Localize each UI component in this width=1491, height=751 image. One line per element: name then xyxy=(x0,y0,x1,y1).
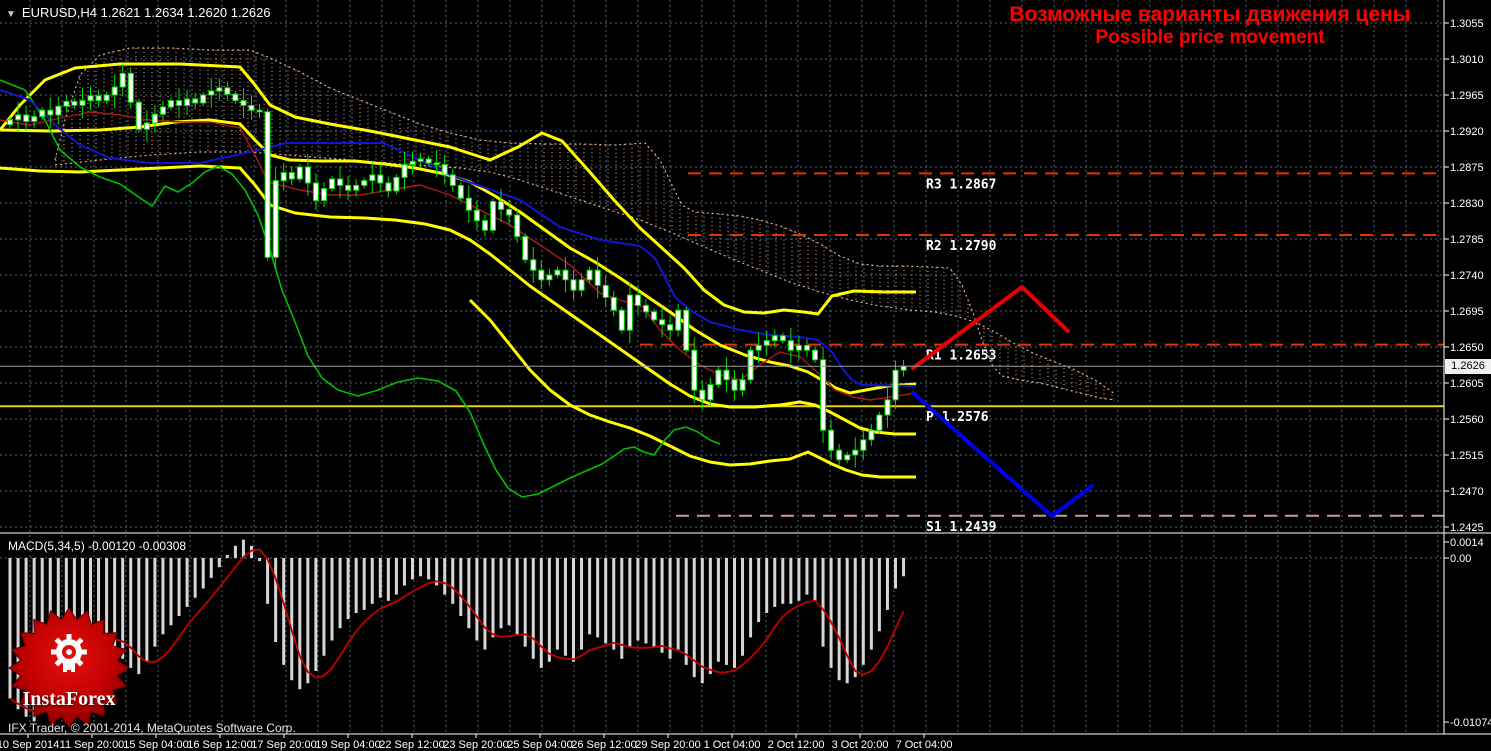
time-tick-label: 2 Oct 12:00 xyxy=(768,739,825,751)
macd-tick-label: 0.00 xyxy=(1450,553,1471,565)
symbol-ohlc-text: EURUSD,H4 1.2621 1.2634 1.2620 1.2626 xyxy=(21,5,271,20)
price-tick-label: 1.2650 xyxy=(1450,342,1484,354)
level-label-R2: R2 1.2790 xyxy=(926,239,997,254)
mt4-chart-window: R3 1.2867 R2 1.2790 R1 1.2653 P 1.2576 S1 1.… xyxy=(0,0,1491,751)
price-tick-label: 1.2695 xyxy=(1450,306,1484,318)
price-axis: 1.30551.30101.29651.29201.28751.28301.27… xyxy=(1444,18,1484,534)
chevron-down-icon[interactable]: ▼ xyxy=(6,9,16,20)
instaforex-logo: InstaForex xyxy=(4,604,134,734)
price-tick-label: 1.2830 xyxy=(1450,198,1484,210)
copyright-text: IFX Trader, © 2001-2014, MetaQuotes Soft… xyxy=(8,721,296,735)
time-tick-label: 3 Oct 20:00 xyxy=(832,739,889,751)
time-tick-label: 15 Sep 04:00 xyxy=(123,739,188,751)
annotation-ru: Возможные варианты движения цены xyxy=(1009,3,1411,26)
time-tick-label: 16 Sep 12:00 xyxy=(187,739,252,751)
price-tick-label: 1.2470 xyxy=(1450,486,1484,498)
time-tick-label: 26 Sep 12:00 xyxy=(571,739,636,751)
time-tick-label: 1 Oct 04:00 xyxy=(704,739,761,751)
price-tick-label: 1.2875 xyxy=(1450,162,1484,174)
time-tick-label: 29 Sep 20:00 xyxy=(635,739,700,751)
price-tick-label: 1.2740 xyxy=(1450,270,1484,282)
annotation-en: Possible price movement xyxy=(1095,27,1325,49)
price-movement-annotation: Возможные варианты движения цены Possibl… xyxy=(950,3,1470,49)
level-label-R3: R3 1.2867 xyxy=(926,177,996,192)
time-tick-label: 19 Sep 04:00 xyxy=(315,739,380,751)
price-chart-canvas[interactable]: R3 1.2867R2 1.2790R1 1.2653P 1.2576S1 1.… xyxy=(0,0,1491,751)
time-tick-label: 22 Sep 12:00 xyxy=(379,739,444,751)
logo-text: InstaForex xyxy=(22,688,116,710)
time-tick-label: 25 Sep 04:00 xyxy=(507,739,572,751)
time-tick-label: 23 Sep 20:00 xyxy=(443,739,508,751)
time-tick-label: 10 Sep 2014 xyxy=(0,739,59,751)
price-tick-label: 1.2560 xyxy=(1450,414,1484,426)
chart-title-bar: ▼ EURUSD,H4 1.2621 1.2634 1.2620 1.2626 xyxy=(6,5,271,20)
logo-starburst xyxy=(8,607,130,729)
current-price-tag: 1.2626 xyxy=(1445,359,1491,374)
price-tick-label: 1.2965 xyxy=(1450,90,1484,102)
price-tick-label: 1.3010 xyxy=(1450,54,1484,66)
price-tick-label: 1.2515 xyxy=(1450,450,1484,462)
macd-indicator-label: MACD(5,34,5) -0.00120 -0.00308 xyxy=(8,539,187,553)
time-tick-label: 17 Sep 20:00 xyxy=(251,739,316,751)
macd-tick-label: 0.0014 xyxy=(1450,537,1484,549)
price-tick-label: 1.2605 xyxy=(1450,378,1484,390)
price-tick-label: 1.2425 xyxy=(1450,522,1484,534)
macd-tick-label: -0.01074 xyxy=(1450,717,1491,729)
price-tick-label: 1.2920 xyxy=(1450,126,1484,138)
time-tick-label: 11 Sep 20:00 xyxy=(60,739,125,751)
price-tick-label: 1.2785 xyxy=(1450,234,1484,246)
time-tick-label: 7 Oct 04:00 xyxy=(896,739,953,751)
